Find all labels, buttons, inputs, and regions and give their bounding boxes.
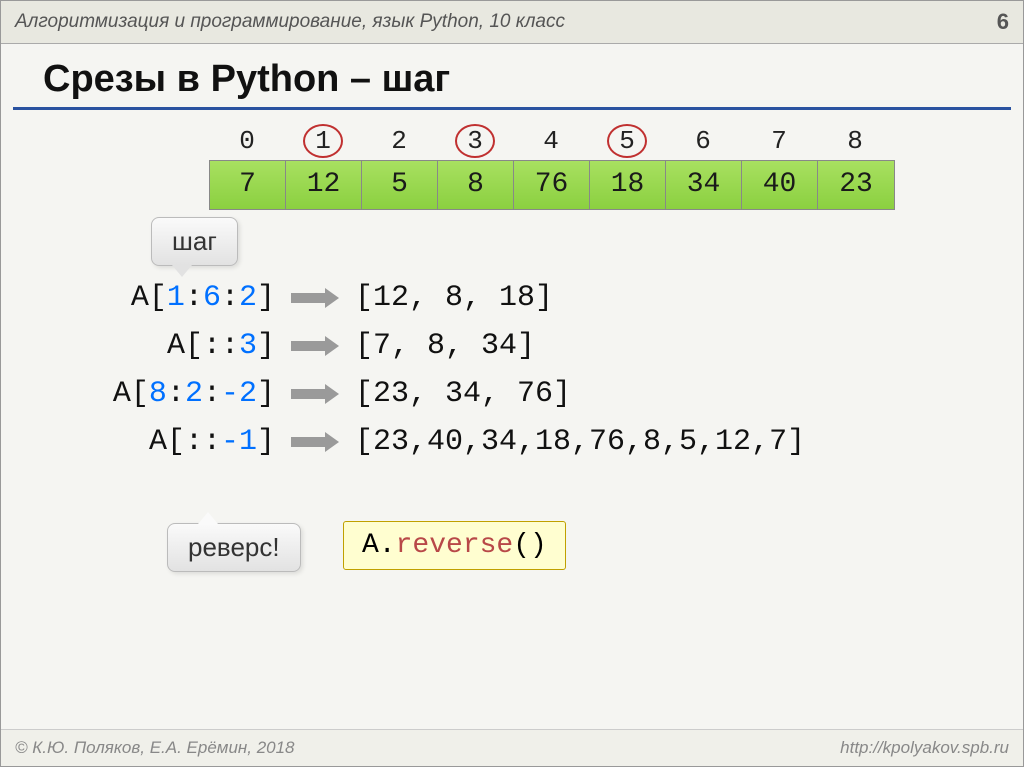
example-result: [23, 34, 76] [355, 377, 571, 411]
code-obj: A. [362, 530, 396, 561]
value-cell: 8 [438, 161, 514, 209]
index-cell: 2 [361, 124, 437, 158]
header-title: Алгоритмизация и программирование, язык … [15, 11, 565, 33]
code-func: reverse [396, 530, 514, 561]
value-row: 712587618344023 [209, 160, 895, 210]
arrow-icon [289, 334, 341, 358]
arrow-icon [289, 286, 341, 310]
value-cell: 34 [666, 161, 742, 209]
index-row: 012345678 [209, 124, 1023, 158]
example-result: [7, 8, 34] [355, 329, 535, 363]
example-result: [12, 8, 18] [355, 281, 553, 315]
arrow-icon [289, 430, 341, 454]
footer: © К.Ю. Поляков, Е.А. Ерёмин, 2018 http:/… [1, 729, 1023, 766]
value-cell: 40 [742, 161, 818, 209]
index-cell: 1 [285, 124, 361, 158]
example-row: A[::-1] [23,40,34,18,76,8,5,12,7] [25, 425, 999, 459]
header: Алгоритмизация и программирование, язык … [1, 1, 1023, 44]
index-cell: 8 [817, 124, 893, 158]
example-expression: A[8:2:-2] [25, 377, 275, 411]
footer-credits: © К.Ю. Поляков, Е.А. Ерёмин, 2018 [15, 738, 295, 758]
index-cell: 3 [437, 124, 513, 158]
index-cell: 7 [741, 124, 817, 158]
value-cell: 23 [818, 161, 894, 209]
example-row: A[8:2:-2] [23, 34, 76] [25, 377, 999, 411]
example-row: A[1:6:2] [12, 8, 18] [25, 281, 999, 315]
example-result: [23,40,34,18,76,8,5,12,7] [355, 425, 805, 459]
slide-title: Срезы в Python – шаг [13, 44, 1011, 110]
array-diagram: 012345678 712587618344023 [209, 124, 1023, 210]
value-cell: 5 [362, 161, 438, 209]
code-rest: () [513, 530, 547, 561]
index-cell: 4 [513, 124, 589, 158]
examples-block: A[1:6:2] [12, 8, 18]A[::3] [7, 8, 34]A[8:2… [25, 281, 999, 473]
index-cell: 5 [589, 124, 665, 158]
example-expression: A[::3] [25, 329, 275, 363]
value-cell: 76 [514, 161, 590, 209]
example-expression: A[1:6:2] [25, 281, 275, 315]
arrow-icon [289, 382, 341, 406]
value-cell: 12 [286, 161, 362, 209]
example-expression: A[::-1] [25, 425, 275, 459]
index-cell: 0 [209, 124, 285, 158]
footer-url: http://kpolyakov.spb.ru [840, 738, 1009, 758]
value-cell: 18 [590, 161, 666, 209]
index-cell: 6 [665, 124, 741, 158]
page-number: 6 [997, 9, 1009, 35]
reverse-code-box: A.reverse() [343, 521, 566, 570]
example-row: A[::3] [7, 8, 34] [25, 329, 999, 363]
value-cell: 7 [210, 161, 286, 209]
callout-step: шаг [151, 217, 238, 266]
callout-reverse: реверс! [167, 523, 301, 572]
